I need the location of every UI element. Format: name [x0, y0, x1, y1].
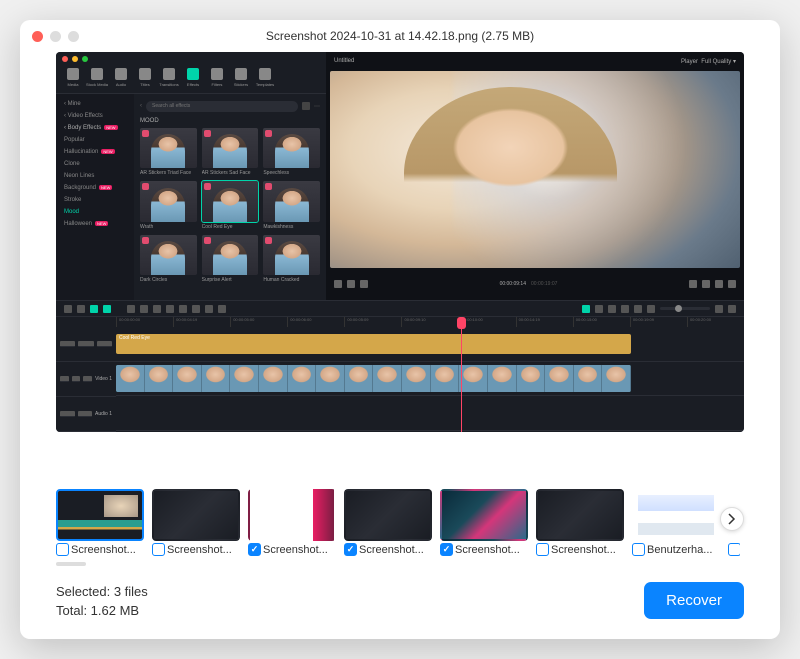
play-icon[interactable]: [347, 280, 355, 288]
maximize-icon[interactable]: [68, 31, 79, 42]
toolbar-stickers[interactable]: Stickers: [230, 68, 252, 87]
forward-icon[interactable]: [360, 280, 368, 288]
sidebar-item-stroke[interactable]: Stroke: [56, 194, 134, 206]
thumbnail-4[interactable]: Screenshot...: [440, 489, 528, 556]
sidebar-item-mood[interactable]: Mood: [56, 206, 134, 218]
toolbar-media[interactable]: Media: [62, 68, 84, 87]
thumbnail-3[interactable]: Screenshot...: [344, 489, 432, 556]
effect-dark-circles[interactable]: Dark Circles: [140, 235, 197, 283]
footer: Selected: 3 files Total: 1.62 MB Recover: [20, 566, 780, 639]
checkbox[interactable]: [56, 543, 69, 556]
selected-count: Selected: 3 files: [56, 584, 148, 599]
video-clip[interactable]: [116, 365, 631, 392]
sidebar-item-neon lines[interactable]: Neon Lines: [56, 170, 134, 182]
effects-search[interactable]: [146, 101, 298, 112]
effect-human-cracked[interactable]: Human Cracked: [263, 235, 320, 283]
sidebar-item-halloween[interactable]: Halloween: [56, 218, 134, 230]
effect-speechless[interactable]: Speechless: [263, 128, 320, 176]
effect-mawkishness[interactable]: Mawkishness: [263, 181, 320, 229]
thumbnail-5[interactable]: Screenshot...: [536, 489, 624, 556]
checkbox[interactable]: [344, 543, 357, 556]
thumbnail-1[interactable]: Screenshot...: [152, 489, 240, 556]
checkbox[interactable]: [536, 543, 549, 556]
toolbar-filters[interactable]: Filters: [206, 68, 228, 87]
checkbox[interactable]: [248, 543, 261, 556]
window-controls: [32, 31, 79, 42]
effect-cool-red-eye[interactable]: Cool Red Eye: [202, 181, 259, 229]
effect-surprise-alert[interactable]: Surprise Alert: [202, 235, 259, 283]
sidebar-item-popular[interactable]: Popular: [56, 134, 134, 146]
video-editor-screenshot: MediaStock MediaAudioTitlesTransitionsEf…: [56, 52, 744, 432]
chevron-right-icon: [728, 513, 736, 525]
thumbnail-strip: Screenshot...Screenshot...Screenshot...S…: [20, 481, 780, 560]
sidebar-item-background[interactable]: Background: [56, 182, 134, 194]
titlebar: Screenshot 2024-10-31 at 14.42.18.png (2…: [20, 20, 780, 52]
app-window: Screenshot 2024-10-31 at 14.42.18.png (2…: [20, 20, 780, 639]
toolbar-titles[interactable]: Titles: [134, 68, 156, 87]
stop-icon[interactable]: [334, 280, 342, 288]
effect-wrath[interactable]: Wrath: [140, 181, 197, 229]
toolbar-transitions[interactable]: Transitions: [158, 68, 180, 87]
fx-clip[interactable]: Cool Red Eye: [116, 334, 631, 354]
next-button[interactable]: [720, 507, 744, 531]
toolbar-effects[interactable]: Effects: [182, 68, 204, 87]
sidebar-item-clone[interactable]: Clone: [56, 158, 134, 170]
effect-ar-stickers-sad-face[interactable]: AR Stickers Sad Face: [202, 128, 259, 176]
total-size: Total: 1.62 MB: [56, 603, 148, 618]
zoom-slider[interactable]: [660, 307, 710, 310]
checkbox[interactable]: [440, 543, 453, 556]
playhead[interactable]: [461, 317, 462, 432]
window-title: Screenshot 2024-10-31 at 14.42.18.png (2…: [266, 29, 534, 43]
checkbox[interactable]: [152, 543, 165, 556]
preview-viewer[interactable]: [330, 71, 740, 268]
toolbar-stock-media[interactable]: Stock Media: [86, 68, 108, 87]
toolbar-templates[interactable]: Templates: [254, 68, 276, 87]
thumbnail-6[interactable]: Benutzerha...: [632, 489, 720, 556]
close-icon[interactable]: [32, 31, 43, 42]
minimize-icon[interactable]: [50, 31, 61, 42]
recover-button[interactable]: Recover: [644, 582, 744, 619]
sidebar-item-hallucination[interactable]: Hallucination: [56, 146, 134, 158]
checkbox[interactable]: [632, 543, 645, 556]
effect-ar-stickers-triad-face[interactable]: AR Stickers Triad Face: [140, 128, 197, 176]
thumbnail-2[interactable]: Screenshot...: [248, 489, 336, 556]
marker-icon[interactable]: [582, 305, 590, 313]
toolbar-audio[interactable]: Audio: [110, 68, 132, 87]
preview-pane: MediaStock MediaAudioTitlesTransitionsEf…: [20, 52, 780, 481]
thumbnail-0[interactable]: Screenshot...: [56, 489, 144, 556]
